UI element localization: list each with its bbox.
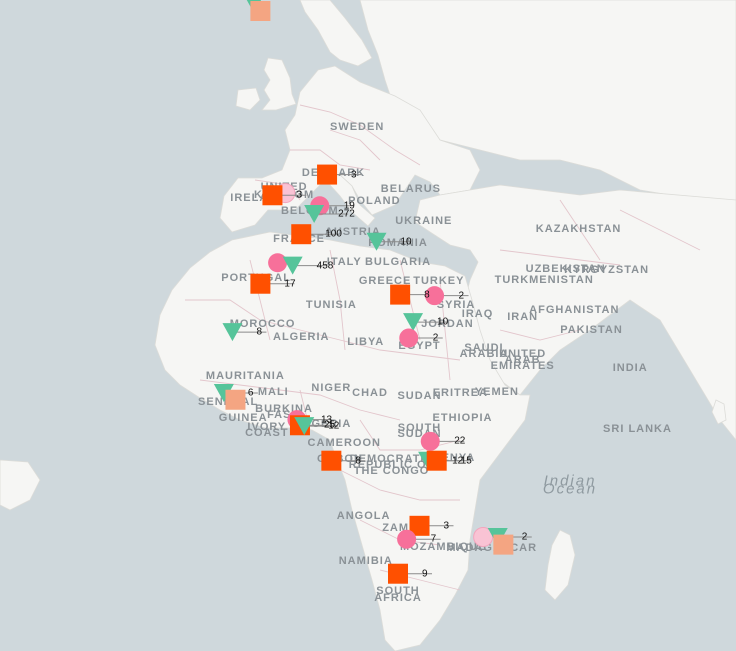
square-marker[interactable] bbox=[317, 164, 338, 185]
square-marker[interactable] bbox=[321, 450, 342, 471]
marker-count-label: 22 bbox=[454, 435, 466, 447]
marker-count-label: 8 bbox=[256, 326, 262, 338]
map-view[interactable]: SWEDENUNITEDKINGDOMDENMARKIRELANDBELARUS… bbox=[0, 0, 736, 651]
marker-count-label: 3 bbox=[443, 520, 450, 532]
circle-marker[interactable] bbox=[397, 529, 417, 549]
marker-count-label: 2 bbox=[458, 290, 465, 302]
square-marker[interactable] bbox=[225, 389, 246, 410]
circle-marker[interactable] bbox=[268, 253, 288, 273]
marker-count-label: 7 bbox=[430, 533, 437, 545]
square-marker[interactable] bbox=[250, 1, 271, 22]
square-marker[interactable] bbox=[250, 273, 271, 294]
marker-count-label: 10 bbox=[437, 316, 449, 328]
square-marker[interactable] bbox=[388, 563, 408, 584]
circle-marker[interactable] bbox=[420, 431, 440, 451]
marker-count-label: 3 bbox=[351, 169, 357, 181]
square-marker[interactable] bbox=[390, 284, 411, 305]
marker-count-label: 8 bbox=[424, 289, 430, 301]
marker-count-label: 9 bbox=[422, 568, 428, 580]
marker-count-label: 2 bbox=[521, 531, 528, 543]
marker-count-label: 6 bbox=[247, 387, 254, 399]
square-marker[interactable] bbox=[291, 224, 312, 245]
marker-count-label: 8 bbox=[355, 455, 361, 467]
circle-marker[interactable] bbox=[399, 328, 419, 348]
marker-count-label: 12 bbox=[328, 420, 340, 432]
marker-count-label: 10 bbox=[400, 236, 412, 248]
marker-count-label: 272 bbox=[338, 208, 355, 220]
marker-count-label: 3 bbox=[296, 189, 302, 201]
square-marker[interactable] bbox=[426, 450, 447, 471]
marker-count-label: 15 bbox=[460, 455, 472, 467]
square-marker[interactable] bbox=[262, 185, 283, 206]
square-marker[interactable] bbox=[493, 534, 514, 555]
marker-layer bbox=[213, 0, 532, 584]
marker-count-label: 2 bbox=[432, 332, 439, 344]
marker-count-label: 458 bbox=[316, 260, 334, 272]
marker-count-label: 17 bbox=[284, 278, 296, 290]
marker-count-label: 100 bbox=[325, 228, 342, 240]
